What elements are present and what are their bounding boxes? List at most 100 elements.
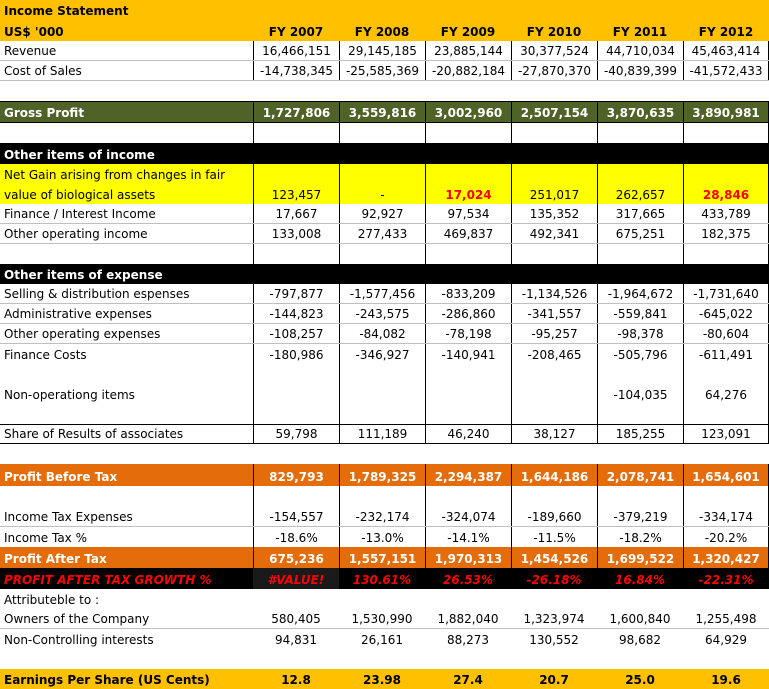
empty-cell xyxy=(597,486,683,507)
empty-cell xyxy=(597,244,683,264)
owners-row: Owners of the Company 580,405 1,530,990 … xyxy=(0,609,769,629)
value-cell: 111,189 xyxy=(339,425,425,443)
value-cell: 27.4 xyxy=(453,673,483,687)
row-label: Cost of Sales xyxy=(4,64,82,78)
finance-costs-row: Finance Costs -180,986 -346,927 -140,941… xyxy=(0,344,769,364)
value-cell: 28,846 xyxy=(683,164,769,204)
value-cell: 26,161 xyxy=(361,633,403,647)
value-cell: 19.6 xyxy=(711,673,741,687)
year-header: FY 2009 xyxy=(440,25,496,39)
value-cell: -11.5% xyxy=(511,527,597,547)
value-cell: 30,377,524 xyxy=(511,41,597,60)
value-cell: 3,870,635 xyxy=(597,102,683,122)
empty-cell xyxy=(683,404,769,424)
value-cell: -18.2% xyxy=(597,527,683,547)
value-cell: -84,082 xyxy=(339,324,425,343)
empty-cell xyxy=(339,244,425,264)
value-cell: -154,557 xyxy=(253,507,339,526)
value-cell: 92,927 xyxy=(339,204,425,223)
other-operating-income-row: Other operating income 133,008 277,433 4… xyxy=(0,224,769,244)
empty-cell xyxy=(597,364,683,384)
income-tax-pct-row: Income Tax % -18.6% -13.0% -14.1% -11.5%… xyxy=(0,527,769,547)
value-cell: -95,257 xyxy=(511,324,597,343)
value-cell: 2,507,154 xyxy=(511,102,597,122)
empty-cell xyxy=(511,486,597,507)
value-cell: -505,796 xyxy=(597,344,683,364)
value-cell: 1,654,601 xyxy=(683,464,769,486)
value-cell: 17,667 xyxy=(253,204,339,223)
value-cell: 1,323,974 xyxy=(523,612,585,626)
value-cell: 12.8 xyxy=(281,673,311,687)
row-label: Non-Controlling interests xyxy=(4,633,154,647)
year-header: FY 2011 xyxy=(612,25,668,39)
value-cell: -1,577,456 xyxy=(339,284,425,303)
value-cell: 675,251 xyxy=(597,224,683,243)
value-cell: -80,604 xyxy=(683,324,769,343)
row-label: Revenue xyxy=(4,44,57,58)
value-cell: -1,964,672 xyxy=(597,284,683,303)
spacer-row xyxy=(0,486,769,507)
value-cell: 1,557,151 xyxy=(339,547,425,568)
value-cell: 277,433 xyxy=(339,224,425,243)
value-cell: 3,890,981 xyxy=(683,102,769,122)
section-title: Other items of expense xyxy=(4,268,163,282)
value-cell: -108,257 xyxy=(253,324,339,343)
value-cell xyxy=(425,384,511,404)
profit-before-tax-row: Profit Before Tax 829,793 1,789,325 2,29… xyxy=(0,464,769,486)
nci-row: Non-Controlling interests 94,831 26,161 … xyxy=(0,629,769,649)
spacer-row xyxy=(0,444,769,464)
row-label: Administrative expenses xyxy=(4,307,152,321)
value-cell: 1,600,840 xyxy=(609,612,671,626)
value-cell: -140,941 xyxy=(425,344,511,364)
empty-cell xyxy=(683,123,769,143)
value-cell: -1,134,526 xyxy=(511,284,597,303)
header-row: US$ '000 FY 2007 FY 2008 FY 2009 FY 2010… xyxy=(0,20,769,41)
empty-cell xyxy=(511,244,597,264)
value-cell: -14,738,345 xyxy=(253,61,339,80)
value-cell: 26.53% xyxy=(443,573,493,587)
value-cell: 675,236 xyxy=(253,547,339,568)
value-cell: 433,789 xyxy=(683,204,769,223)
row-label: Finance Costs xyxy=(4,348,87,362)
value-cell: 182,375 xyxy=(683,224,769,243)
empty-cell xyxy=(511,123,597,143)
value-cell: -144,823 xyxy=(253,304,339,323)
value-cell: 64,929 xyxy=(705,633,747,647)
empty-cell xyxy=(683,364,769,384)
value-cell: -41,572,433 xyxy=(683,61,769,80)
row-label: Finance / Interest Income xyxy=(4,207,156,221)
value-cell: 44,710,034 xyxy=(597,41,683,60)
value-cell: -645,022 xyxy=(683,304,769,323)
revenue-row: Revenue 16,466,151 29,145,185 23,885,144… xyxy=(0,41,769,61)
row-label: Earnings Per Share (US Cents) xyxy=(4,673,210,687)
value-cell: -25,585,369 xyxy=(339,61,425,80)
value-cell: 97,534 xyxy=(425,204,511,223)
value-cell: 1,882,040 xyxy=(437,612,499,626)
value-cell: 492,341 xyxy=(511,224,597,243)
other-operating-expenses-row: Other operating expenses -108,257 -84,08… xyxy=(0,324,769,344)
empty-cell xyxy=(511,364,597,384)
cost-of-sales-row: Cost of Sales -14,738,345 -25,585,369 -2… xyxy=(0,61,769,81)
value-cell: -20,882,184 xyxy=(425,61,511,80)
empty-cell xyxy=(339,404,425,424)
row-label: Selling & distribution espenses xyxy=(4,287,190,301)
value-cell xyxy=(339,384,425,404)
value-cell: -189,660 xyxy=(511,507,597,526)
value-cell: 3,002,960 xyxy=(425,102,511,122)
empty-cell xyxy=(683,244,769,264)
row-label: Income Tax % xyxy=(4,531,87,545)
associates-row: Share of Results of associates 59,798 11… xyxy=(0,424,769,444)
value-cell: -40,839,399 xyxy=(597,61,683,80)
sheet-title: Income Statement xyxy=(4,4,129,18)
value-cell: 135,352 xyxy=(511,204,597,223)
row-label: Owners of the Company xyxy=(4,612,150,626)
value-cell: -334,174 xyxy=(683,507,769,526)
value-cell: 1,970,313 xyxy=(425,547,511,568)
value-cell: 251,017 xyxy=(511,164,597,204)
empty-cell xyxy=(425,244,511,264)
value-cell: -26.18% xyxy=(526,573,582,587)
value-cell: 23,885,144 xyxy=(425,41,511,60)
value-cell: -13.0% xyxy=(339,527,425,547)
value-cell: -286,860 xyxy=(425,304,511,323)
empty-cell xyxy=(511,404,597,424)
